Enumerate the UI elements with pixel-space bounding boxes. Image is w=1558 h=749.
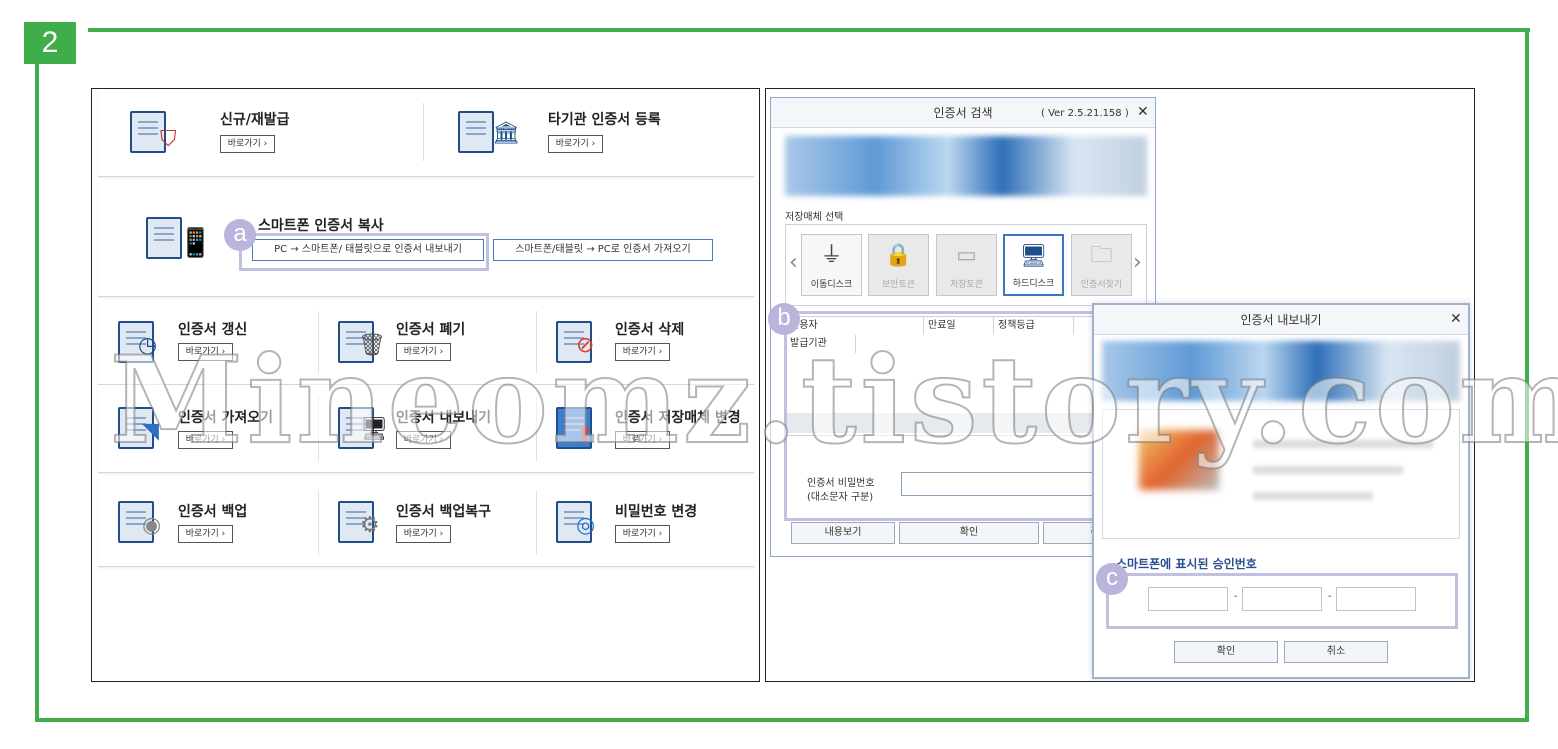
delete-go-button[interactable]: 바로가기 › bbox=[615, 343, 670, 361]
lock-icon: 🔒 bbox=[884, 243, 913, 268]
divider bbox=[536, 491, 537, 555]
divider bbox=[318, 491, 319, 555]
certificate-center-panel: ⛉ 신규/재발급 바로가기 › 🏛 타기관 인증서 등록 바로가기 › 📱 스마… bbox=[91, 88, 760, 682]
backup-go-button[interactable]: 바로가기 › bbox=[178, 525, 233, 543]
divider bbox=[536, 311, 537, 373]
marker-b: b bbox=[768, 303, 800, 335]
import-title: 인증서 가져오기 bbox=[178, 410, 274, 426]
renew-go-button[interactable]: 바로가기 › bbox=[178, 343, 233, 361]
other-institution-go-button[interactable]: 바로가기 › bbox=[548, 135, 603, 153]
new-reissue-go-button[interactable]: 바로가기 › bbox=[220, 135, 275, 153]
disc-icon: ◉ bbox=[142, 513, 162, 538]
stamp-icon: ⛉ bbox=[160, 127, 177, 152]
change-password-title: 비밀번호 변경 bbox=[615, 504, 698, 520]
smartphone-icon: 📱 bbox=[178, 226, 213, 259]
grid-row-1: ◷ 인증서 갱신 바로가기 › 🗑 인증서 폐기 바로가기 › ⊘ 인증서 삭제… bbox=[98, 301, 754, 385]
qr-code-area bbox=[1102, 409, 1460, 539]
new-reissue-title: 신규/재발급 bbox=[220, 112, 290, 128]
blurred-text bbox=[1253, 492, 1373, 500]
blurred-qr-code bbox=[1139, 430, 1219, 490]
view-details-button[interactable]: 내용보기 bbox=[791, 522, 895, 544]
divider bbox=[423, 103, 424, 161]
media-removable-disk[interactable]: ⏚ 이동디스크 bbox=[801, 234, 862, 296]
certificate-icon bbox=[458, 111, 494, 153]
trash-icon: 🗑 bbox=[358, 333, 386, 358]
import-go-button[interactable]: 바로가기 › bbox=[178, 431, 233, 449]
media-storage-token[interactable]: ▭ 저장토큰 bbox=[936, 234, 997, 296]
usb-icon: ⏚ bbox=[820, 243, 843, 268]
confirm-button[interactable]: 확인 bbox=[899, 522, 1039, 544]
change-media-title: 인증서 저장매체 변경 bbox=[615, 410, 741, 426]
media-find-certificate[interactable]: 🗀 인증서찾기 bbox=[1071, 234, 1132, 296]
import-icon: ◥ bbox=[142, 419, 159, 444]
clock-icon: ◷ bbox=[138, 333, 158, 358]
divider bbox=[318, 397, 319, 461]
marker-c: c bbox=[1096, 563, 1128, 595]
blurred-banner bbox=[785, 136, 1147, 196]
backup-restore-go-button[interactable]: 바로가기 › bbox=[396, 525, 451, 543]
search-dialog-title: 인증서 검색 bbox=[933, 106, 993, 120]
change-password-go-button[interactable]: 바로가기 › bbox=[615, 525, 670, 543]
backup-title: 인증서 백업 bbox=[178, 504, 248, 520]
chevron-left-icon[interactable]: ‹ bbox=[789, 250, 798, 275]
other-institution-title: 타기관 인증서 등록 bbox=[548, 112, 661, 128]
export-title: 인증서 내보내기 bbox=[396, 410, 492, 426]
blurred-text bbox=[1253, 440, 1433, 448]
import-from-smartphone-button[interactable]: 스마트폰/태블릿 → PC로 인증서 가져오기 bbox=[493, 239, 713, 261]
version-label: ( Ver 2.5.21.158 ) bbox=[1041, 108, 1129, 119]
gear-icon: ⚙ bbox=[360, 513, 380, 538]
blurred-text bbox=[1253, 466, 1403, 474]
revoke-title: 인증서 폐기 bbox=[396, 322, 466, 338]
dialogs-panel: 인증서 검색 ( Ver 2.5.21.158 ) ✕ 저장매체 선택 ‹ › … bbox=[765, 88, 1475, 682]
close-icon[interactable]: ✕ bbox=[1450, 311, 1462, 327]
revoke-go-button[interactable]: 바로가기 › bbox=[396, 343, 451, 361]
renew-title: 인증서 갱신 bbox=[178, 322, 248, 338]
grid-row-3: ◉ 인증서 백업 바로가기 › ⚙ 인증서 백업복구 바로가기 › ◎ 비밀번호… bbox=[98, 477, 754, 567]
highlight-a bbox=[239, 233, 489, 271]
highlight-c bbox=[1106, 573, 1458, 629]
change-media-icon: ⬆ bbox=[576, 423, 595, 448]
bank-icon: 🏛 bbox=[492, 121, 520, 146]
divider bbox=[536, 397, 537, 461]
issue-row: ⛉ 신규/재발급 바로가기 › 🏛 타기관 인증서 등록 바로가기 › bbox=[98, 89, 754, 177]
media-section-label: 저장매체 선택 bbox=[785, 212, 844, 223]
media-security-token[interactable]: 🔒 보안토큰 bbox=[868, 234, 929, 296]
change-media-go-button[interactable]: 바로가기 › bbox=[615, 431, 670, 449]
media-hard-disk[interactable]: 🖥 하드디스크 bbox=[1003, 234, 1064, 296]
password-icon: ◎ bbox=[576, 513, 596, 538]
grid-row-2: ◥ 인증서 가져오기 바로가기 › 🖥 인증서 내보내기 바로가기 › ⬆ 인증… bbox=[98, 385, 754, 473]
approval-cancel-button[interactable]: 취소 bbox=[1284, 641, 1388, 663]
approval-dialog-title: 인증서 내보내기 bbox=[1240, 313, 1322, 327]
folder-icon: 🗀 bbox=[1090, 243, 1113, 268]
certificate-icon bbox=[146, 217, 182, 259]
approval-confirm-button[interactable]: 확인 bbox=[1174, 641, 1278, 663]
card-icon: ▭ bbox=[956, 243, 977, 268]
delete-icon: ⊘ bbox=[576, 333, 595, 358]
backup-restore-title: 인증서 백업복구 bbox=[396, 504, 492, 520]
highlight-b bbox=[784, 311, 1096, 521]
divider bbox=[318, 311, 319, 373]
approval-dialog-titlebar: 인증서 내보내기 bbox=[1094, 305, 1468, 335]
computer-icon: 🖥 bbox=[360, 417, 388, 442]
close-icon[interactable]: ✕ bbox=[1137, 104, 1149, 120]
monitor-icon: 🖥 bbox=[1019, 244, 1048, 269]
marker-a: a bbox=[224, 219, 256, 251]
smartphone-copy-title: 스마트폰 인증서 복사 bbox=[258, 218, 384, 234]
approval-code-label: 스마트폰에 표시된 승인번호 bbox=[1116, 557, 1257, 571]
delete-title: 인증서 삭제 bbox=[615, 322, 685, 338]
blurred-banner bbox=[1102, 341, 1460, 401]
export-go-button[interactable]: 바로가기 › bbox=[396, 431, 451, 449]
chevron-right-icon[interactable]: › bbox=[1133, 250, 1142, 275]
